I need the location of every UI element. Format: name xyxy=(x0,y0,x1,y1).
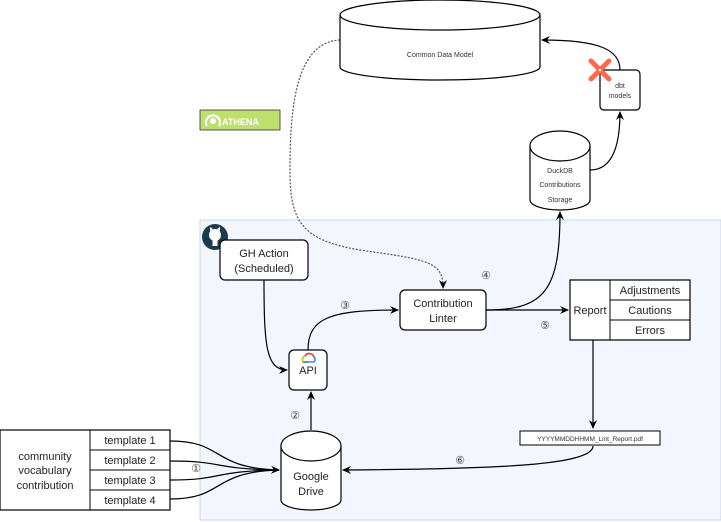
gh-action-node[interactable]: GH Action (Scheduled) xyxy=(219,239,309,281)
template-3: template 3 xyxy=(104,475,155,487)
architecture-diagram: Common Data Model dbt models DuckDB Cont… xyxy=(0,0,721,521)
api-node[interactable]: API xyxy=(288,349,328,391)
community-label-3: contribution xyxy=(17,480,74,492)
gh-action-label-2: (Scheduled) xyxy=(234,263,293,275)
duckdb-label-2: Contributions xyxy=(539,182,581,189)
template-2: template 2 xyxy=(104,455,155,467)
dbt-label-1: dbt xyxy=(615,83,625,90)
step-6-marker: ⑥ xyxy=(455,455,465,467)
lint-report-pdf-node[interactable]: YYYYMMDDHHMM_Lint_Report.pdf xyxy=(519,430,661,446)
report-table[interactable]: Report Adjustments Cautions Errors xyxy=(569,279,691,341)
community-label-2: vocabulary xyxy=(18,465,72,477)
gh-action-label-1: GH Action xyxy=(239,248,289,260)
report-row-adjustments: Adjustments xyxy=(620,285,681,297)
api-label: API xyxy=(299,365,317,377)
duckdb-label-1: DuckDB xyxy=(547,168,573,175)
contribution-linter-node[interactable]: Contribution Linter xyxy=(399,289,487,331)
linter-label-1: Contribution xyxy=(413,298,472,310)
athena-logo: ATHENA xyxy=(199,109,281,131)
report-row-errors: Errors xyxy=(635,325,665,337)
drive-label-2: Drive xyxy=(298,486,324,498)
common-data-model-db[interactable]: Common Data Model xyxy=(339,0,541,81)
linter-label-2: Linter xyxy=(429,313,457,325)
athena-logo-text: ATHENA xyxy=(222,117,259,127)
edge-dbt-to-cdm xyxy=(541,36,621,71)
step-4-marker: ④ xyxy=(481,270,491,282)
google-drive-db[interactable]: Google Drive xyxy=(280,430,342,511)
report-row-cautions: Cautions xyxy=(628,305,672,317)
dbt-label-2: models xyxy=(609,93,632,100)
cdm-label: Common Data Model xyxy=(407,52,474,59)
step-1-marker: ① xyxy=(191,463,201,475)
duckdb-label-3: Storage xyxy=(548,197,573,204)
drive-label-1: Google xyxy=(293,471,328,483)
report-label: Report xyxy=(573,305,606,317)
template-1: template 1 xyxy=(104,435,155,447)
edge-duckdb-to-dbt xyxy=(589,111,624,171)
duckdb-storage-db[interactable]: DuckDB Contributions Storage xyxy=(529,130,591,211)
community-contribution-table[interactable]: community vocabulary contribution templa… xyxy=(0,429,171,511)
step-2-marker: ② xyxy=(290,410,300,422)
community-label-1: community xyxy=(18,451,72,463)
step-5-marker: ⑤ xyxy=(540,320,550,332)
template-4: template 4 xyxy=(104,495,155,507)
pdf-label: YYYYMMDDHHMM_Lint_Report.pdf xyxy=(537,436,643,443)
step-3-marker: ③ xyxy=(340,300,350,312)
